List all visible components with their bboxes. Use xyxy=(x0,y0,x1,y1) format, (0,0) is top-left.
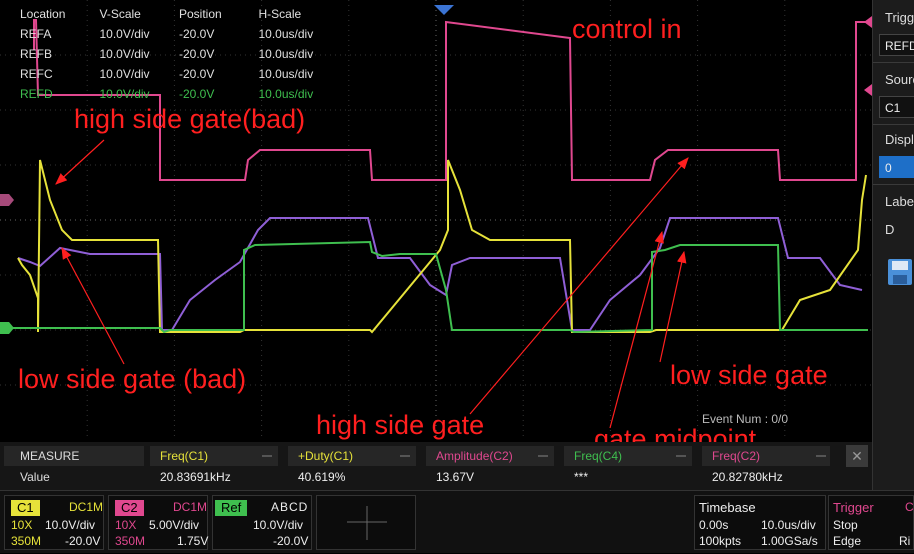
ref-location: REFA xyxy=(20,27,52,41)
timebase-hdiv: 10.0us/div xyxy=(761,518,816,532)
ref-vscale: 10.0V/div xyxy=(99,47,150,61)
c2-offset: 1.75V xyxy=(177,534,209,548)
timebase-label: Timebase xyxy=(699,500,756,515)
c2-ground-marker[interactable] xyxy=(864,16,872,28)
ref-location: REFD xyxy=(20,87,53,101)
waveform-display[interactable]: Location V-Scale Position H-Scale REFA 1… xyxy=(0,0,872,453)
source-select[interactable]: C1 xyxy=(879,96,914,118)
measure-name-1[interactable]: Freq(C1) xyxy=(160,446,208,466)
measure-name-3[interactable]: Amplitude(C2) xyxy=(436,446,513,466)
ref-letters: ABCD xyxy=(271,500,309,514)
ref-vscale: 10.0V/div xyxy=(99,67,150,81)
ref-vdiv: 10.0V/div xyxy=(253,518,304,532)
timebase-sample-rate: 1.00GSa/s xyxy=(761,534,818,548)
measure-header: MEASURE xyxy=(20,449,80,463)
trigger-mode: Stop xyxy=(833,518,858,532)
trigger-position-marker[interactable] xyxy=(434,5,454,15)
label-value[interactable]: D xyxy=(885,222,894,237)
ref-position: -20.0V xyxy=(179,67,215,81)
ref-hscale: 10.0us/div xyxy=(258,47,314,61)
timebase-points: 100kpts xyxy=(699,534,742,548)
header-position: Position xyxy=(179,7,222,21)
ref-row-d: REFD 10.0V/div -20.0V 10.0us/div xyxy=(16,84,338,104)
ref-row-b: REFB 10.0V/div -20.0V 10.0us/div xyxy=(16,44,338,64)
c2-coupling: DC1M xyxy=(173,500,208,514)
trace-c3-midpoint xyxy=(17,217,863,331)
trigger-source-label: Trigger xyxy=(885,10,914,25)
c2-level-marker[interactable] xyxy=(864,84,872,96)
event-number: Event Num : 0/0 xyxy=(702,412,789,426)
add-channel-slot[interactable] xyxy=(316,495,416,550)
source-label: Source xyxy=(885,72,914,87)
display-label: Display xyxy=(885,132,914,147)
c1-coupling: DC1M xyxy=(69,500,104,514)
ref-position: -20.0V xyxy=(179,87,215,101)
timebase-panel[interactable]: Timebase 0.00s 10.0us/div 100kpts 1.00GS… xyxy=(694,495,826,550)
right-menu-panel: Trigger REFD Source C1 Display 0 Label D xyxy=(872,0,914,490)
ref-position: -20.0V xyxy=(179,27,215,41)
annotation-high-side-gate-bad: high side gate(bad) xyxy=(74,104,306,134)
c2-tag: C2 xyxy=(115,500,144,516)
measure-value-2: 40.619% xyxy=(298,470,346,484)
channel-c1-panel[interactable]: C1 DC1M 10X 10.0V/div 350M -20.0V xyxy=(4,495,104,550)
trigger-panel[interactable]: Trigger C1 Stop Edge Ri xyxy=(828,495,914,550)
ref-row-a: REFA 10.0V/div -20.0V 10.0us/div xyxy=(16,24,338,44)
measure-close-button[interactable]: ✕ xyxy=(846,445,868,467)
c2-probe: 10X xyxy=(115,518,137,532)
measure-value-1: 20.83691kHz xyxy=(160,470,231,484)
c1-offset: -20.0V xyxy=(65,534,101,548)
annotation-low-side-gate: low side gate xyxy=(670,360,828,390)
c2-bandwidth: 350M xyxy=(115,534,146,548)
annotation-high-side-gate: high side gate xyxy=(316,410,485,440)
c1-ground-marker[interactable] xyxy=(0,194,14,206)
display-toggle[interactable]: 0 xyxy=(879,156,914,178)
label-label: Label xyxy=(885,194,914,209)
ref-vscale: 10.0V/div xyxy=(99,87,150,101)
channel-c2-panel[interactable]: C2 DC1M 10X 5.00V/div 350M 1.75V xyxy=(108,495,208,550)
ref-table-header: Location V-Scale Position H-Scale xyxy=(16,4,338,24)
c1-vdiv: 10.0V/div xyxy=(45,518,96,532)
header-location: Location xyxy=(20,7,66,21)
ref-hscale: 10.0us/div xyxy=(258,67,314,81)
measure-name-4[interactable]: Freq(C4) xyxy=(574,446,622,466)
measure-name-5[interactable]: Freq(C2) xyxy=(712,446,760,466)
trigger-type: Edge xyxy=(833,534,862,548)
measure-value-5: 20.82780kHz xyxy=(712,470,783,484)
measure-value-label: Value xyxy=(20,470,50,484)
measure-value-3: 13.67V xyxy=(436,470,475,484)
measure-value-4: *** xyxy=(574,470,589,484)
header-hscale: H-Scale xyxy=(258,7,302,21)
timebase-delay: 0.00s xyxy=(699,518,729,532)
c1-tag: C1 xyxy=(11,500,40,516)
measure-bar: MEASURE Freq(C1) +Duty(C1) Amplitude(C2)… xyxy=(0,442,872,490)
ref-hscale: 10.0us/div xyxy=(258,87,314,101)
floppy-disk-icon[interactable] xyxy=(887,258,913,286)
trigger-source: C1 xyxy=(905,500,914,514)
ref-location: REFC xyxy=(20,67,53,81)
c2-vdiv: 5.00V/div xyxy=(149,518,200,532)
reference-info-table: Location V-Scale Position H-Scale REFA 1… xyxy=(16,4,338,104)
ref-row-c: REFC 10.0V/div -20.0V 10.0us/div xyxy=(16,64,338,84)
crosshair-icon xyxy=(347,506,387,540)
reference-panel[interactable]: Ref ABCD 10.0V/div -20.0V xyxy=(212,495,312,550)
ref-tag: Ref xyxy=(215,500,248,516)
ref-offset: -20.0V xyxy=(273,534,309,548)
measure-name-2[interactable]: +Duty(C1) xyxy=(298,446,353,466)
annotation-low-side-gate-bad: low side gate (bad) xyxy=(18,364,247,394)
c4-ground-marker[interactable] xyxy=(0,322,14,334)
ref-position: -20.0V xyxy=(179,47,215,61)
ref-vscale: 10.0V/div xyxy=(99,27,150,41)
header-vscale: V-Scale xyxy=(99,7,141,21)
annotation-control-in: control in xyxy=(572,14,682,44)
c1-probe: 10X xyxy=(11,518,33,532)
ref-hscale: 10.0us/div xyxy=(258,27,314,41)
trigger-slope: Ri xyxy=(899,534,911,548)
trace-c4-high-side xyxy=(8,240,868,334)
trigger-label: Trigger xyxy=(833,500,874,515)
trigger-source-select[interactable]: REFD xyxy=(879,34,914,56)
c1-bandwidth: 350M xyxy=(11,534,42,548)
ref-location: REFB xyxy=(20,47,53,61)
